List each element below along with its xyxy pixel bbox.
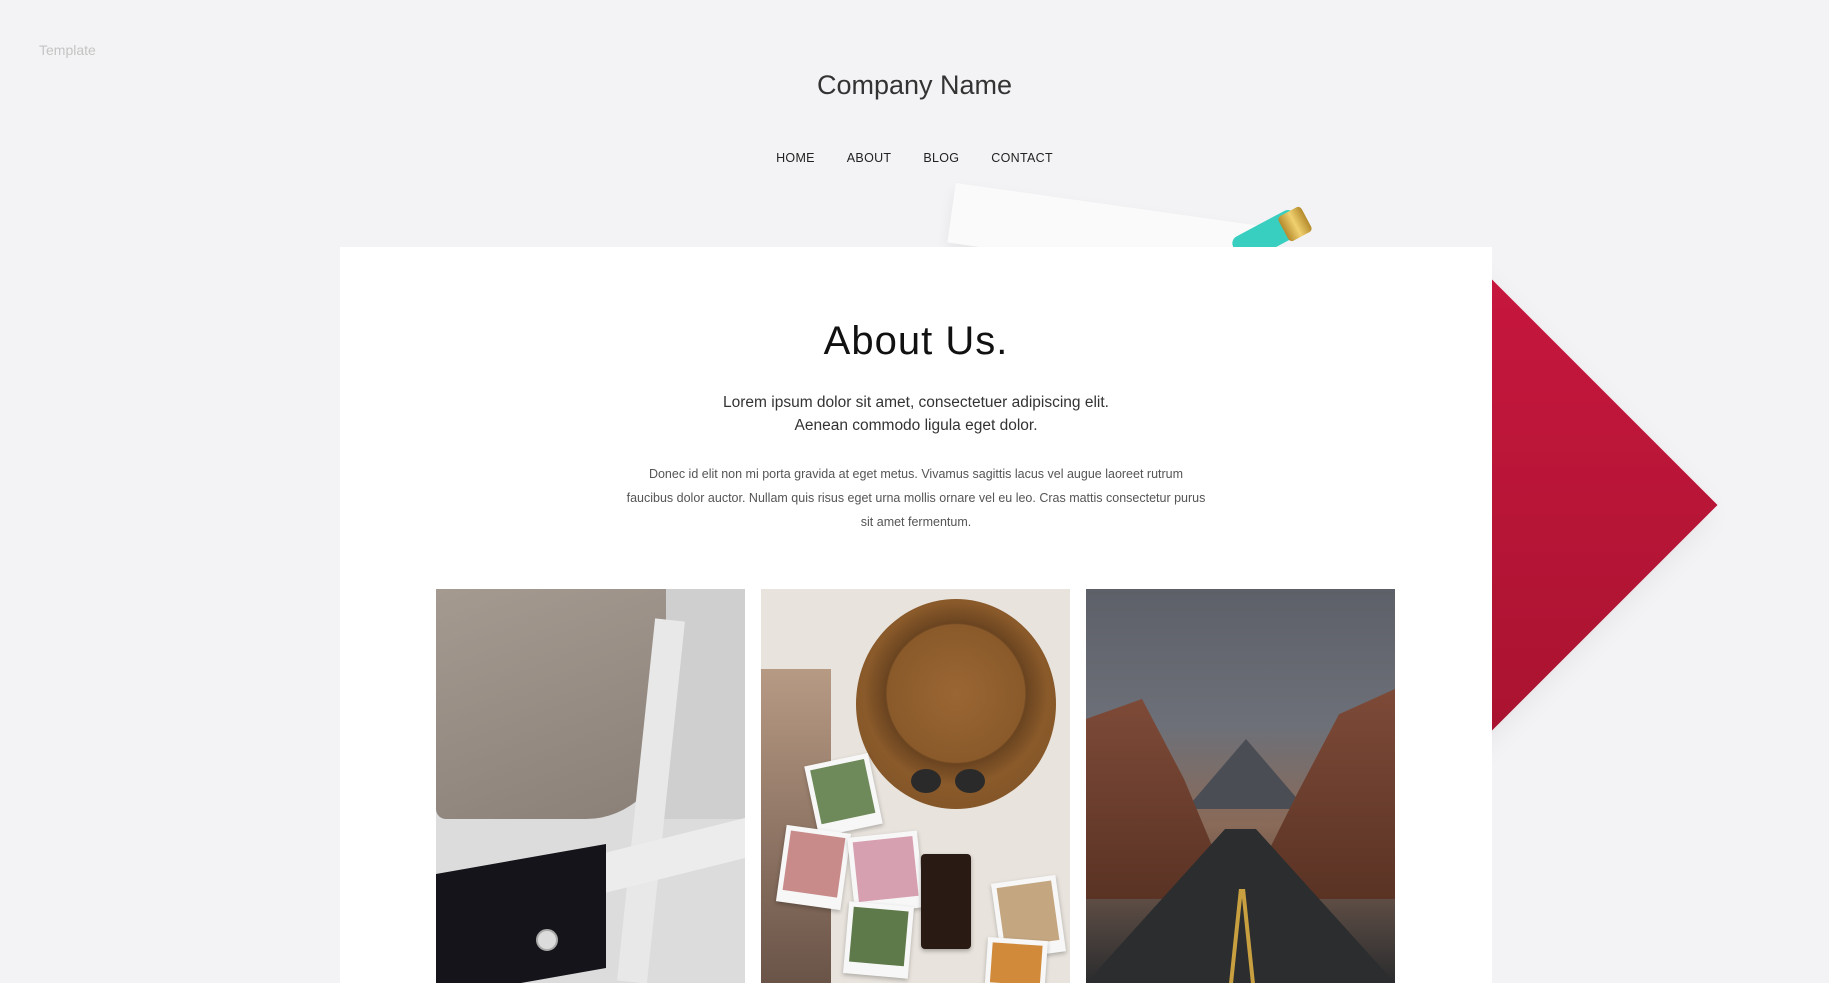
nav-about[interactable]: ABOUT — [847, 151, 892, 165]
nav-blog[interactable]: BLOG — [923, 151, 959, 165]
about-card: About Us. Lorem ipsum dolor sit amet, co… — [340, 247, 1492, 983]
nav-contact[interactable]: CONTACT — [991, 151, 1053, 165]
gallery-photo-hat[interactable] — [761, 589, 1070, 983]
about-body: Donec id elit non mi porta gravida at eg… — [626, 467, 1206, 529]
page-title: About Us. — [823, 319, 1009, 363]
main-nav: HOME ABOUT BLOG CONTACT — [0, 151, 1829, 165]
template-label: Template — [39, 42, 96, 58]
about-lead: Lorem ipsum dolor sit amet, consectetuer… — [340, 391, 1492, 437]
lead-line-1: Lorem ipsum dolor sit amet, consectetuer… — [723, 394, 1109, 411]
lead-line-2: Aenean commodo ligula eget dolor. — [794, 417, 1038, 434]
nav-home[interactable]: HOME — [776, 151, 815, 165]
company-name[interactable]: Company Name — [0, 70, 1829, 101]
gallery-photo-road[interactable] — [1086, 589, 1395, 983]
photo-gallery — [436, 589, 1395, 983]
gallery-photo-clothes[interactable] — [436, 589, 745, 983]
